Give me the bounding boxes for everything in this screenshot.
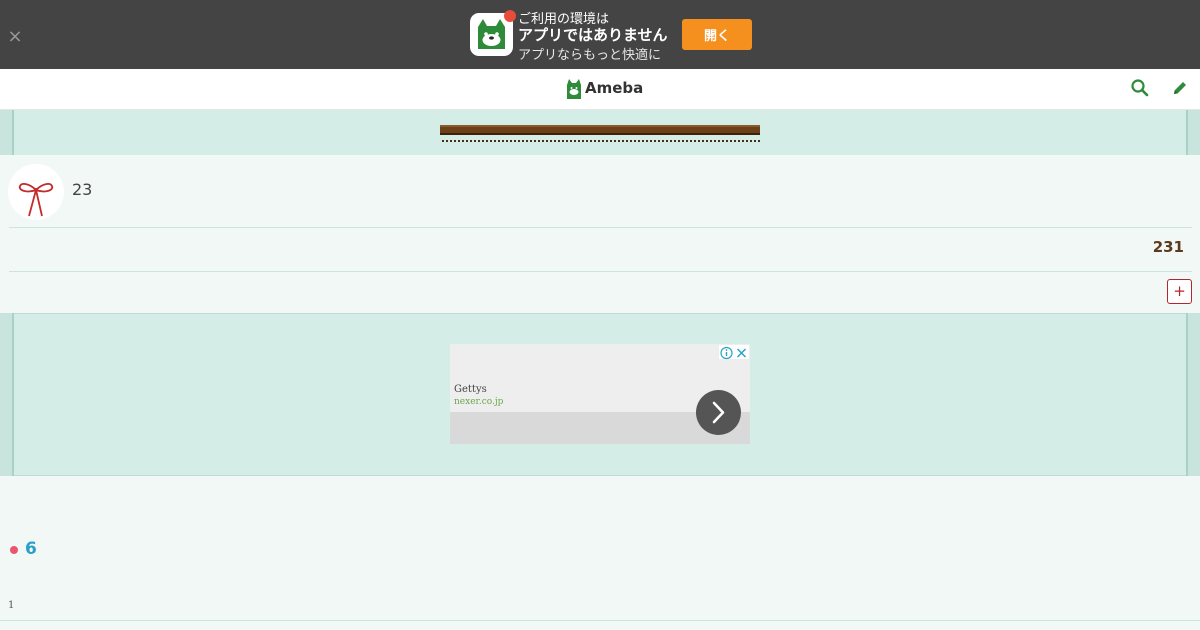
entry-small-text: 1: [8, 600, 15, 611]
banner-text-not-app: アプリではありません: [518, 26, 668, 44]
follower-count[interactable]: 231: [1153, 238, 1184, 256]
profile-count: 23: [72, 180, 93, 199]
ad-domain[interactable]: nexer.co.jp: [454, 397, 503, 407]
entry-number[interactable]: 6: [25, 539, 37, 559]
chevron-right-icon: [712, 401, 725, 424]
avatar[interactable]: [8, 164, 64, 220]
app-download-banner: × ご利用の環境は アプリではありません アプリならもっと快適に 開く: [0, 0, 1200, 69]
open-app-button[interactable]: 開く: [682, 19, 752, 50]
expand-button[interactable]: +: [1167, 279, 1192, 304]
ad-title[interactable]: Gettys: [454, 384, 487, 395]
dotted-line-decoration: [442, 140, 760, 142]
site-header: Ameba: [0, 69, 1200, 110]
divider: [9, 227, 1192, 228]
ad-next-button[interactable]: [696, 390, 741, 435]
profile-panel: [0, 155, 1200, 313]
banner-text-app-better: アプリならもっと快適に: [518, 48, 662, 63]
divider: [9, 271, 1192, 272]
ad-unit[interactable]: Gettys nexer.co.jp: [450, 344, 750, 444]
wood-bar-decoration: [440, 125, 760, 135]
bullet-dot-icon: [10, 546, 18, 554]
ad-close-icon[interactable]: [734, 345, 749, 359]
notification-badge: [504, 10, 516, 22]
search-icon[interactable]: [1130, 78, 1150, 98]
ameba-logo-text[interactable]: Ameba: [585, 79, 643, 97]
entry-panel: [0, 476, 1200, 630]
banner-close-icon[interactable]: ×: [6, 26, 24, 48]
divider: [0, 620, 1200, 621]
pencil-icon[interactable]: [1171, 79, 1189, 97]
ad-info-icon[interactable]: [719, 345, 734, 360]
ameba-logo-icon[interactable]: [565, 78, 583, 100]
